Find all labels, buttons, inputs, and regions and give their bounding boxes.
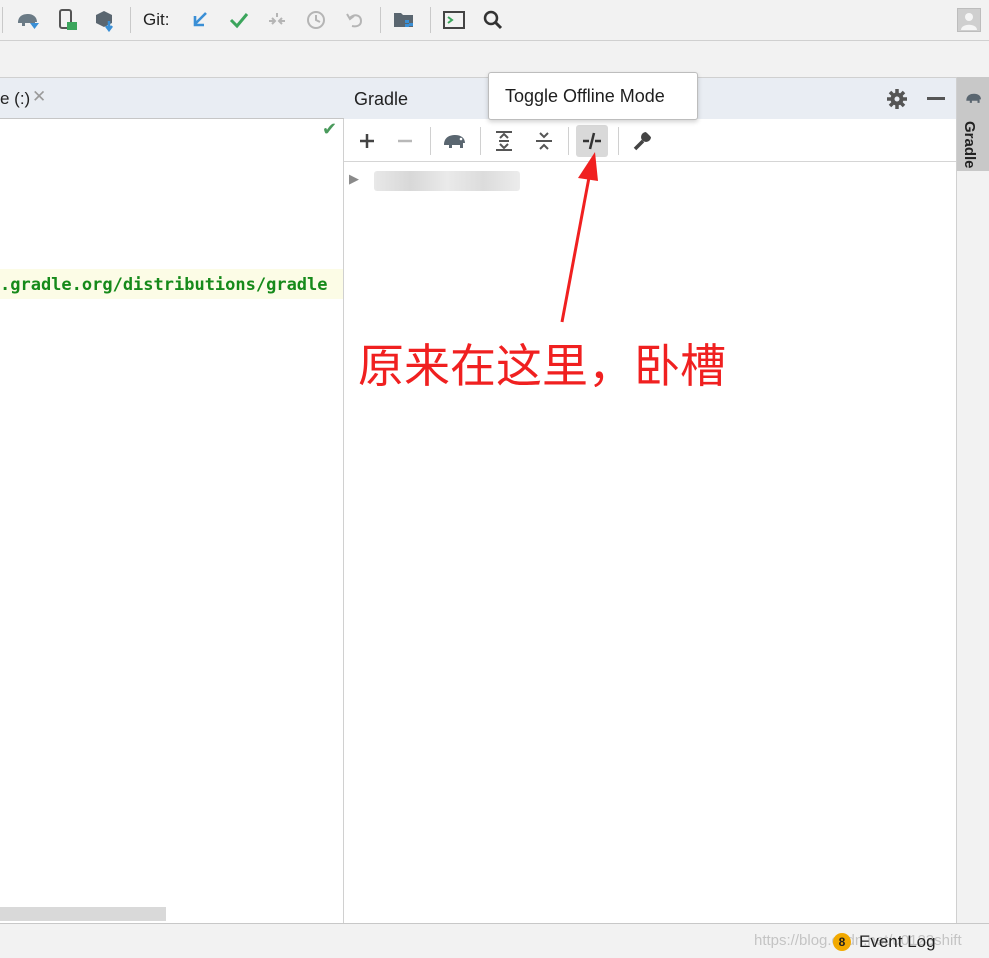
- add-icon[interactable]: [351, 125, 383, 157]
- toolbar-separator: [430, 127, 431, 155]
- tree-expand-arrow[interactable]: ▶: [349, 171, 359, 187]
- remove-icon[interactable]: [389, 125, 421, 157]
- expand-all-icon[interactable]: [488, 125, 520, 157]
- git-revert-icon[interactable]: [341, 6, 369, 34]
- offline-mode-tooltip: Toggle Offline Mode: [488, 72, 698, 120]
- gradle-panel-title: Gradle: [354, 89, 409, 109]
- event-log-button[interactable]: Event Log: [859, 932, 936, 952]
- search-icon[interactable]: [479, 6, 507, 34]
- annotation-text: 原来在这里，卧槽: [358, 339, 726, 393]
- terminal-icon[interactable]: [440, 6, 468, 34]
- close-icon[interactable]: ✕: [32, 87, 46, 107]
- toolbar-separator: [380, 7, 381, 33]
- tooltip-text: Toggle Offline Mode: [505, 86, 665, 106]
- git-update-icon[interactable]: [186, 6, 214, 34]
- git-label: Git:: [143, 10, 170, 29]
- gradle-project-tree: ▶: [344, 162, 956, 923]
- gear-icon[interactable]: [885, 87, 909, 111]
- status-bar: https://blog.csdn.net/u0123shift 8 Event…: [0, 923, 989, 958]
- annotation-arrow: [560, 152, 598, 323]
- gradle-tab-label: Gradle: [961, 121, 978, 169]
- horizontal-scrollbar[interactable]: [0, 907, 166, 921]
- inspection-ok-icon: ✔: [322, 119, 338, 139]
- main-toolbar: Git:: [0, 0, 989, 41]
- user-avatar-icon[interactable]: [957, 8, 981, 32]
- device-manager-icon[interactable]: [53, 6, 81, 34]
- editor-tab-bar: e (:) ✕: [0, 77, 344, 119]
- gradle-tool-tab[interactable]: Gradle: [957, 77, 989, 171]
- settings-wrench-icon[interactable]: [626, 125, 658, 157]
- toolbar-separator: [130, 7, 131, 33]
- ide-window: Git: e (:) ✕ ✔ .gradle.org/distributions…: [0, 0, 989, 958]
- right-tool-stripe: Gradle: [956, 77, 989, 923]
- toolbar-separator: [430, 7, 431, 33]
- gradle-toolbar: [344, 119, 956, 162]
- highlighted-code-line: .gradle.org/distributions/gradle: [0, 269, 343, 299]
- toolbar-separator: [2, 7, 3, 33]
- git-merge-icon[interactable]: [263, 6, 291, 34]
- gradle-elephant-icon: [964, 91, 984, 110]
- minimize-icon[interactable]: [927, 97, 945, 100]
- editor-tab-title[interactable]: e (:): [0, 89, 30, 109]
- git-commit-icon[interactable]: [225, 6, 253, 34]
- project-structure-icon[interactable]: [390, 6, 418, 34]
- git-history-icon[interactable]: [302, 6, 330, 34]
- sync-gradle-icon[interactable]: [14, 6, 42, 34]
- sdk-manager-icon[interactable]: [91, 6, 119, 34]
- event-count-badge: 8: [833, 933, 851, 951]
- blurred-project-node[interactable]: [374, 171, 520, 191]
- gradle-elephant-icon[interactable]: [439, 125, 471, 157]
- toolbar-separator: [480, 127, 481, 155]
- code-text: .gradle.org/distributions/gradle: [0, 275, 328, 295]
- code-editor[interactable]: ✔ .gradle.org/distributions/gradle: [0, 119, 344, 923]
